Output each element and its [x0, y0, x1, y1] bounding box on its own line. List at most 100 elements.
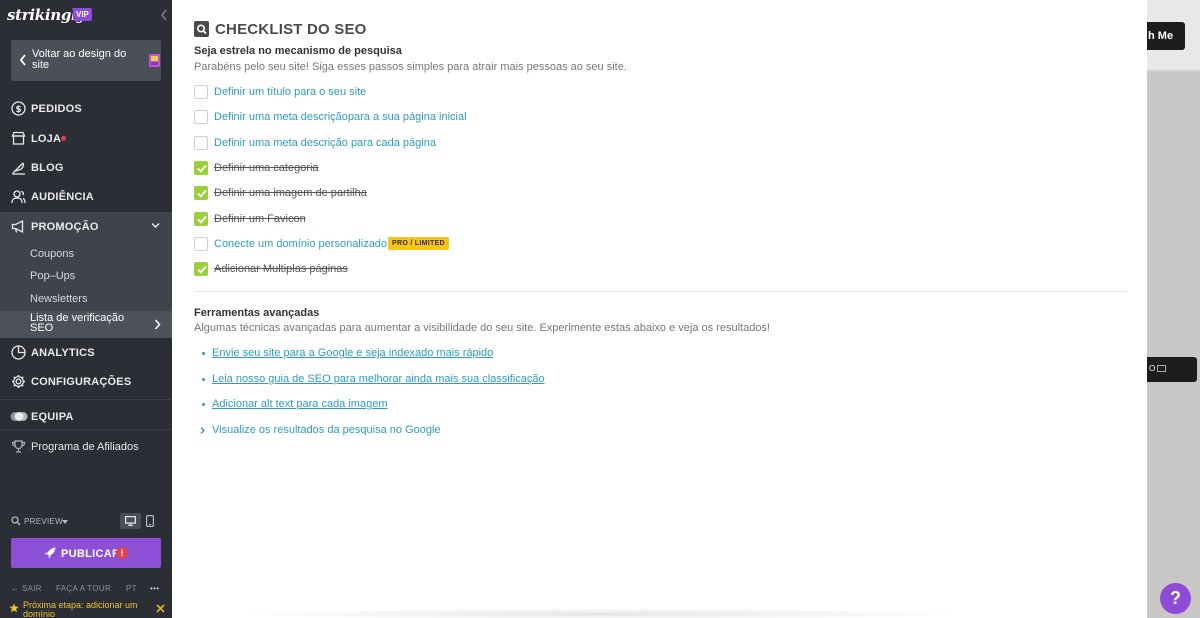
- submenu-item-seo-checklist[interactable]: Lista de verificação SEO: [0, 311, 172, 338]
- checklist-item-title[interactable]: Definir um título para o seu site: [194, 84, 794, 100]
- checkbox[interactable]: [194, 85, 208, 99]
- submenu-item-newsletters[interactable]: Newsletters: [30, 293, 87, 305]
- sidebar-footer: ← SAIR FAÇA A TOUR PT •••: [0, 582, 172, 596]
- rocket-icon: [44, 547, 56, 559]
- caret-down-icon[interactable]: [62, 520, 68, 524]
- preview-cta-button[interactable]: h Me: [1147, 22, 1185, 50]
- sidebar-item-audiencia[interactable]: AUDIÊNCIA: [0, 182, 172, 210]
- advanced-link-label[interactable]: Adicionar alt text para cada imagem: [212, 398, 387, 410]
- sidebar-item-label: ANALYTICS: [31, 347, 95, 359]
- star-icon: [9, 603, 19, 613]
- checkbox-checked[interactable]: [194, 262, 208, 276]
- checklist-item-label: Definir um Favicon: [214, 213, 306, 225]
- checklist-item-home-meta[interactable]: Definir uma meta descriçãopara a sua pág…: [194, 109, 794, 125]
- page-title: CHECKLIST DO SEO: [215, 21, 367, 38]
- dollar-icon: $: [11, 101, 26, 116]
- checklist-item-favicon[interactable]: Definir um Favicon: [194, 211, 794, 227]
- checkmark-icon: [197, 164, 207, 173]
- checklist-item-label[interactable]: Conecte um domínio personalizado: [214, 238, 387, 250]
- checklist-item-category[interactable]: Definir uma categoria: [194, 160, 794, 176]
- next-step-banner[interactable]: Próxima etapa: adicionar um domínio: [0, 598, 172, 618]
- advanced-link-alt-text[interactable]: Adicionar alt text para cada imagem: [202, 397, 802, 411]
- megaphone-icon: [11, 219, 24, 234]
- checklist-item-label[interactable]: Definir um título para o seu site: [214, 86, 366, 98]
- checkbox-checked[interactable]: [194, 186, 208, 200]
- sidebar-item-promocao[interactable]: PROMOÇÃO: [0, 212, 172, 240]
- sidebar-item-pedidos[interactable]: $ PEDIDOS: [0, 94, 172, 122]
- quill-icon: [12, 162, 25, 175]
- advanced-intro: Algumas técnicas avançadas para aumentar…: [194, 322, 770, 334]
- sidebar-item-label: PROMOÇÃO: [31, 221, 99, 233]
- checklist-item-share-image[interactable]: Definir uma imagem de partilha: [194, 185, 794, 201]
- checkbox-checked[interactable]: [194, 161, 208, 175]
- chevron-left-icon[interactable]: [160, 8, 168, 22]
- checkmark-icon: [197, 189, 207, 198]
- preview-row: PREVIEW: [0, 510, 172, 532]
- sidebar-item-label: EQUIPA: [31, 411, 74, 423]
- checkbox[interactable]: [194, 237, 208, 251]
- checklist-item-multiple-pages[interactable]: Adicionar Multiplas páginas: [194, 261, 794, 277]
- submenu-item-coupons[interactable]: Coupons: [30, 248, 74, 260]
- sidebar-divider: [0, 399, 172, 400]
- submenu-item-popups[interactable]: Pop–Ups: [30, 270, 75, 282]
- seo-checklist-panel: CHECKLIST DO SEO Seja estrela no mecanis…: [172, 0, 1147, 618]
- advanced-link-google-index[interactable]: Envie seu site para a Google e seja inde…: [202, 346, 802, 360]
- sidebar-item-blog[interactable]: BLOG: [0, 153, 172, 181]
- desktop-preview-button[interactable]: [120, 513, 141, 529]
- section-intro: Parabéns pelo seu site! Siga esses passo…: [194, 61, 627, 73]
- team-icon: [10, 412, 28, 421]
- exit-label: SAIR: [21, 584, 42, 593]
- language-selector[interactable]: PT: [126, 584, 137, 593]
- checklist-item-label[interactable]: Definir uma meta descriçãopara a sua pág…: [214, 111, 467, 123]
- preview-image-button[interactable]: O: [1147, 357, 1197, 382]
- vip-badge: VIP: [73, 8, 92, 21]
- sidebar-item-configuracoes[interactable]: CONFIGURAÇÕES: [0, 367, 172, 395]
- preview-label[interactable]: PREVIEW: [24, 517, 63, 526]
- site-preview-background: h Me O ?: [1147, 0, 1200, 618]
- back-to-design-button[interactable]: Voltar ao design do site: [11, 40, 161, 81]
- checklist-item-page-meta[interactable]: Definir uma meta descrição para cada pág…: [194, 135, 794, 151]
- checklist-item-label: Definir uma imagem de partilha: [214, 187, 367, 199]
- next-step-label: Próxima etapa: adicionar um domínio: [23, 600, 138, 618]
- search-document-icon: [194, 21, 209, 37]
- advanced-link-seo-guide[interactable]: Leia nosso guia de SEO para melhorar ain…: [202, 372, 802, 386]
- tour-link[interactable]: FAÇA A TOUR: [56, 584, 111, 593]
- sidebar-item-loja[interactable]: LOJA: [0, 124, 172, 152]
- mobile-icon[interactable]: [146, 515, 154, 527]
- pie-chart-icon: [11, 345, 26, 360]
- publish-label: PUBLICAR: [61, 548, 121, 560]
- bullet: [202, 352, 205, 355]
- checkbox-checked[interactable]: [194, 212, 208, 226]
- close-icon[interactable]: [156, 604, 165, 613]
- checkbox[interactable]: [194, 136, 208, 150]
- preview-lower-section: O: [1147, 346, 1200, 618]
- help-button[interactable]: ?: [1160, 583, 1191, 614]
- sidebar-item-label: LOJA: [31, 133, 62, 145]
- advanced-link-label[interactable]: Envie seu site para a Google e seja inde…: [212, 347, 493, 359]
- search-icon[interactable]: [11, 516, 21, 526]
- google-results-label[interactable]: Visualize os resultados da pesquisa no G…: [212, 424, 441, 436]
- checkmark-icon: [197, 265, 207, 274]
- sidebar-item-label: CONFIGURAÇÕES: [31, 376, 132, 388]
- image-icon: [1157, 365, 1167, 373]
- sidebar-item-afiliados[interactable]: Programa de Afiliados: [0, 432, 172, 460]
- more-icon[interactable]: •••: [150, 584, 159, 593]
- checkmark-icon: [197, 215, 207, 224]
- preview-image-section: [1147, 72, 1200, 346]
- pro-limited-badge: PRO / LIMITED: [388, 237, 449, 250]
- checkbox[interactable]: [194, 110, 208, 124]
- checklist-item-domain[interactable]: Conecte um domínio personalizado PRO / L…: [194, 236, 794, 252]
- exit-link[interactable]: ← SAIR: [11, 584, 42, 593]
- svg-text:$: $: [15, 105, 21, 115]
- google-results-expander[interactable]: Visualize os resultados da pesquisa no G…: [200, 423, 800, 437]
- bottom-shadow: [232, 608, 972, 618]
- sidebar-item-label: Programa de Afiliados: [31, 441, 139, 453]
- advanced-link-label[interactable]: Leia nosso guia de SEO para melhorar ain…: [212, 373, 545, 385]
- checklist-item-label[interactable]: Definir uma meta descrição para cada pág…: [214, 137, 436, 149]
- sidebar-item-analytics[interactable]: ANALYTICS: [0, 338, 172, 366]
- publish-button[interactable]: PUBLICAR !: [11, 538, 161, 568]
- warning-icon: !: [116, 547, 128, 559]
- users-icon: [11, 190, 26, 204]
- sidebar-item-equipa[interactable]: EQUIPA: [0, 402, 172, 430]
- notification-dot: [61, 136, 66, 141]
